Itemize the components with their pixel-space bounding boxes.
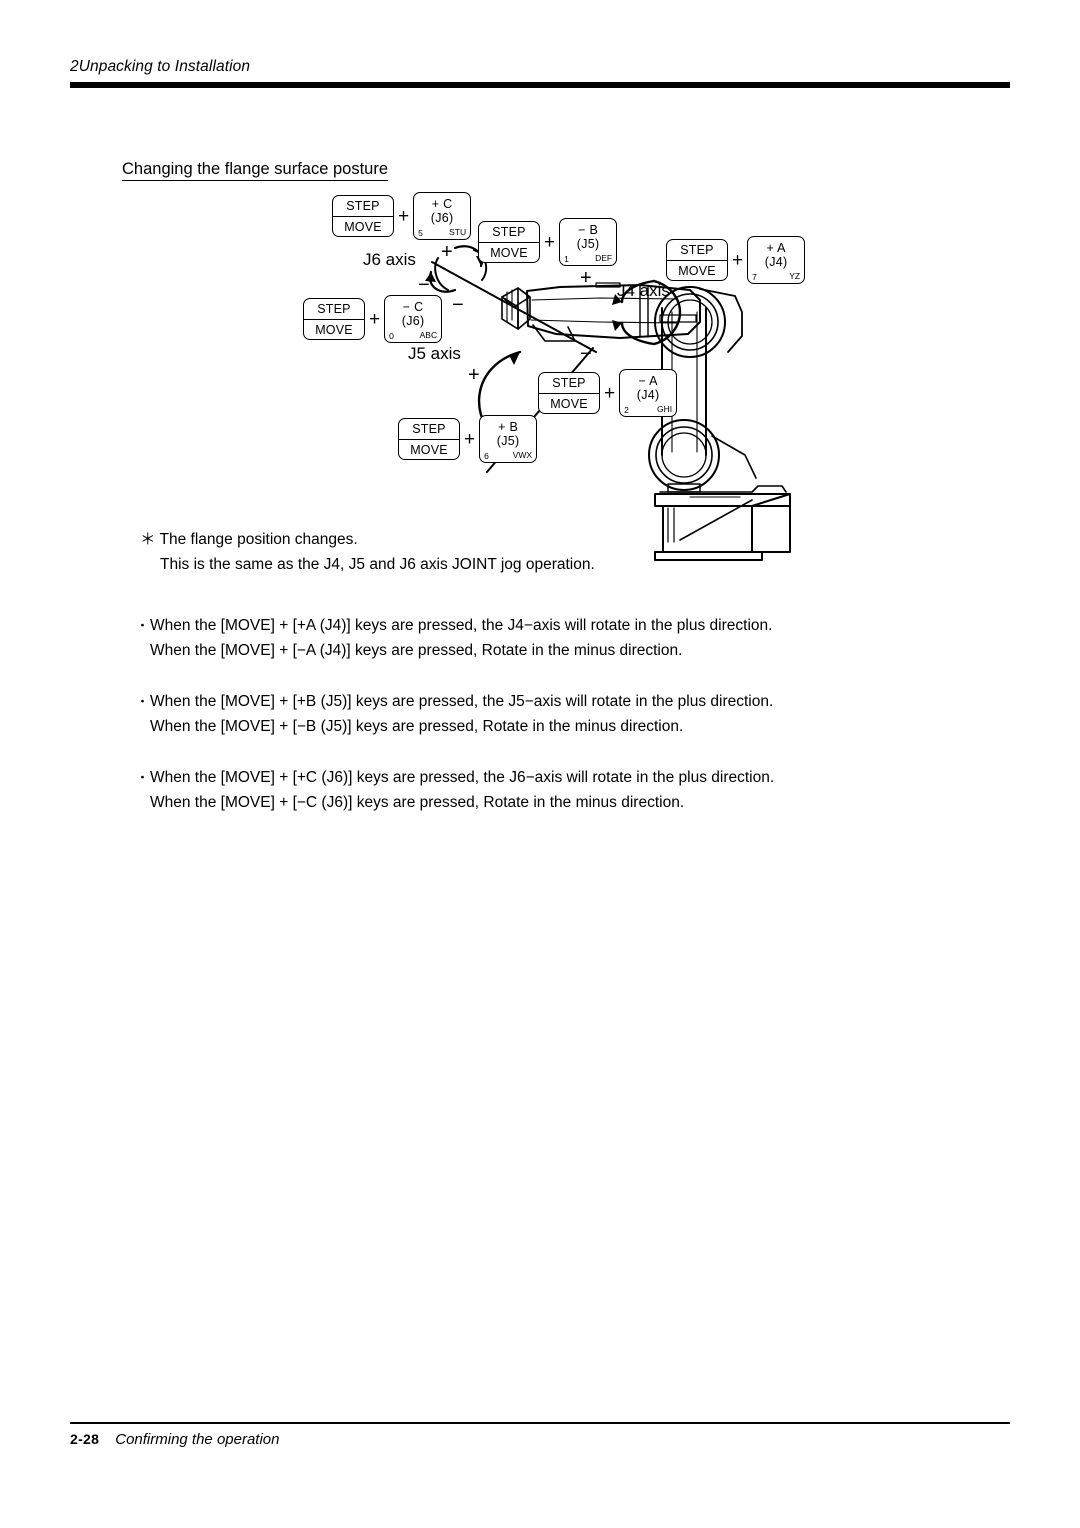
axis-key-minus-b-j5[interactable]: − B (J5) 1 DEF [559, 218, 618, 266]
step-move-key[interactable]: STEP MOVE [303, 298, 365, 340]
bullet-line-2: When the [MOVE] + [−A (J4)] keys are pre… [150, 642, 683, 659]
axis-key-minus-a-j4[interactable]: − A (J4) 2 GHI [619, 369, 678, 417]
key-sub-right: GHI [656, 404, 673, 414]
key-sub-right: VWX [512, 450, 533, 460]
axis-label-j4: J4 axis [617, 281, 670, 300]
plus-icon: + [604, 382, 616, 404]
key-line2: (J6) [430, 211, 454, 225]
step-move-key[interactable]: STEP MOVE [538, 372, 600, 414]
sign-j6-minus: − [418, 274, 430, 296]
j5-arrowhead-top [509, 352, 520, 365]
footer-content: 2-28 Confirming the operation [70, 1431, 1010, 1448]
key-combo-plus-b-j5[interactable]: STEP MOVE + + B (J5) 6 VWX [398, 415, 538, 463]
bullet-list: ・ When the [MOVE] + [+A (J4)] keys are p… [136, 613, 966, 841]
key-sub-right: STU [449, 227, 467, 237]
key-line1: − B [578, 223, 599, 237]
j4-arrowhead-lower [612, 320, 622, 331]
step-move-key[interactable]: STEP MOVE [666, 239, 728, 281]
step-label: STEP [479, 222, 539, 243]
key-sub-left: 0 [389, 331, 394, 341]
robot-lower-joint [648, 419, 757, 491]
axis-label-j5: J5 axis [408, 344, 461, 363]
step-move-key[interactable]: STEP MOVE [332, 195, 394, 237]
step-label: STEP [304, 299, 364, 320]
plus-icon: + [732, 249, 744, 271]
axis-key-plus-c-j6[interactable]: + C (J6) 5 STU [413, 192, 472, 240]
key-line2: (J6) [401, 314, 425, 328]
plus-icon: + [464, 428, 476, 450]
key-line1: + C [431, 197, 453, 211]
footer-rule [70, 1422, 1010, 1425]
step-label: STEP [333, 196, 393, 217]
sign-j4-minus: − [580, 343, 592, 365]
move-label: MOVE [410, 443, 448, 457]
sign-j5-minus: − [452, 294, 464, 316]
page-footer: 2-28 Confirming the operation [70, 1422, 1010, 1448]
step-label: STEP [667, 240, 727, 261]
step-move-key[interactable]: STEP MOVE [478, 221, 540, 263]
footer-title: Confirming the operation [115, 1431, 280, 1449]
axis-key-minus-c-j6[interactable]: − C (J6) 0 ABC [384, 295, 443, 343]
key-sub-right: ABC [419, 330, 438, 340]
key-combo-minus-b-j5[interactable]: STEP MOVE + − B (J5) 1 DEF [478, 218, 618, 266]
robot-diagram-svg [425, 245, 791, 561]
sign-j6-plus: + [441, 241, 453, 263]
plus-icon: + [369, 308, 381, 330]
note-line-1: ＊ The flange position changes. [140, 531, 358, 548]
page-number: 2-28 [70, 1431, 100, 1448]
robot-base [654, 483, 791, 561]
step-label: STEP [399, 419, 459, 440]
key-sub-left: 7 [752, 272, 757, 282]
j6-rotation-arrow-lower [428, 270, 457, 293]
key-line1: + A [766, 241, 786, 255]
key-sub-right: DEF [595, 253, 613, 263]
key-line2: (J5) [496, 434, 520, 448]
axis-key-plus-a-j4[interactable]: + A (J4) 7 YZ [747, 236, 806, 284]
bullet-item-j5: ・ When the [MOVE] + [+B (J5)] keys are p… [136, 689, 966, 739]
sign-j5-plus: + [468, 364, 480, 386]
key-sub-right: YZ [789, 271, 801, 281]
bullet-line-1: When the [MOVE] + [+A (J4)] keys are pre… [150, 617, 773, 634]
sign-j4-plus: + [580, 267, 592, 289]
key-sub-left: 6 [484, 451, 489, 461]
key-line2: (J5) [576, 237, 600, 251]
key-sub-left: 5 [418, 228, 423, 238]
axis-key-plus-b-j5[interactable]: + B (J5) 6 VWX [479, 415, 538, 463]
move-label: MOVE [344, 220, 382, 234]
bullet-line-1: When the [MOVE] + [+C (J6)] keys are pre… [150, 769, 775, 786]
j4-rotation-arrow-lower [620, 321, 656, 346]
key-combo-minus-a-j4[interactable]: STEP MOVE + − A (J4) 2 GHI [538, 369, 678, 417]
note-line-2: This is the same as the J4, J5 and J6 ax… [160, 556, 595, 573]
figure-flange-posture: J6 axis J5 axis J4 axis + − + − + − STEP… [0, 0, 1080, 600]
plus-icon: + [398, 205, 410, 227]
key-sub-left: 2 [624, 405, 629, 415]
move-label: MOVE [490, 246, 528, 260]
key-line1: − A [638, 374, 658, 388]
key-sub-left: 1 [564, 254, 569, 264]
bullet-item-j6: ・ When the [MOVE] + [+C (J6)] keys are p… [136, 765, 966, 815]
bullet-line-2: When the [MOVE] + [−B (J5)] keys are pre… [150, 718, 684, 735]
plus-icon: + [544, 231, 556, 253]
key-line2: (J4) [636, 388, 660, 402]
key-line1: + B [498, 420, 519, 434]
move-label: MOVE [678, 264, 716, 278]
bullet-line-1: When the [MOVE] + [+B (J5)] keys are pre… [150, 693, 774, 710]
bullet-marker-icon: ・ [136, 770, 150, 785]
bullet-marker-icon: ・ [136, 694, 150, 709]
key-line2: (J4) [764, 255, 788, 269]
axis-label-j6: J6 axis [363, 250, 416, 269]
move-label: MOVE [315, 323, 353, 337]
bullet-marker-icon: ・ [136, 618, 150, 633]
key-line1: − C [402, 300, 424, 314]
bullet-item-j4: ・ When the [MOVE] + [+A (J4)] keys are p… [136, 613, 966, 663]
move-label: MOVE [550, 397, 588, 411]
key-combo-plus-c-j6[interactable]: STEP MOVE + + C (J6) 5 STU [332, 192, 472, 240]
step-label: STEP [539, 373, 599, 394]
bullet-line-2: When the [MOVE] + [−C (J6)] keys are pre… [150, 794, 685, 811]
key-combo-minus-c-j6[interactable]: STEP MOVE + − C (J6) 0 ABC [303, 295, 443, 343]
figure-note: ＊ The flange position changes. This is t… [140, 527, 595, 577]
step-move-key[interactable]: STEP MOVE [398, 418, 460, 460]
key-combo-plus-a-j4[interactable]: STEP MOVE + + A (J4) 7 YZ [666, 236, 806, 284]
